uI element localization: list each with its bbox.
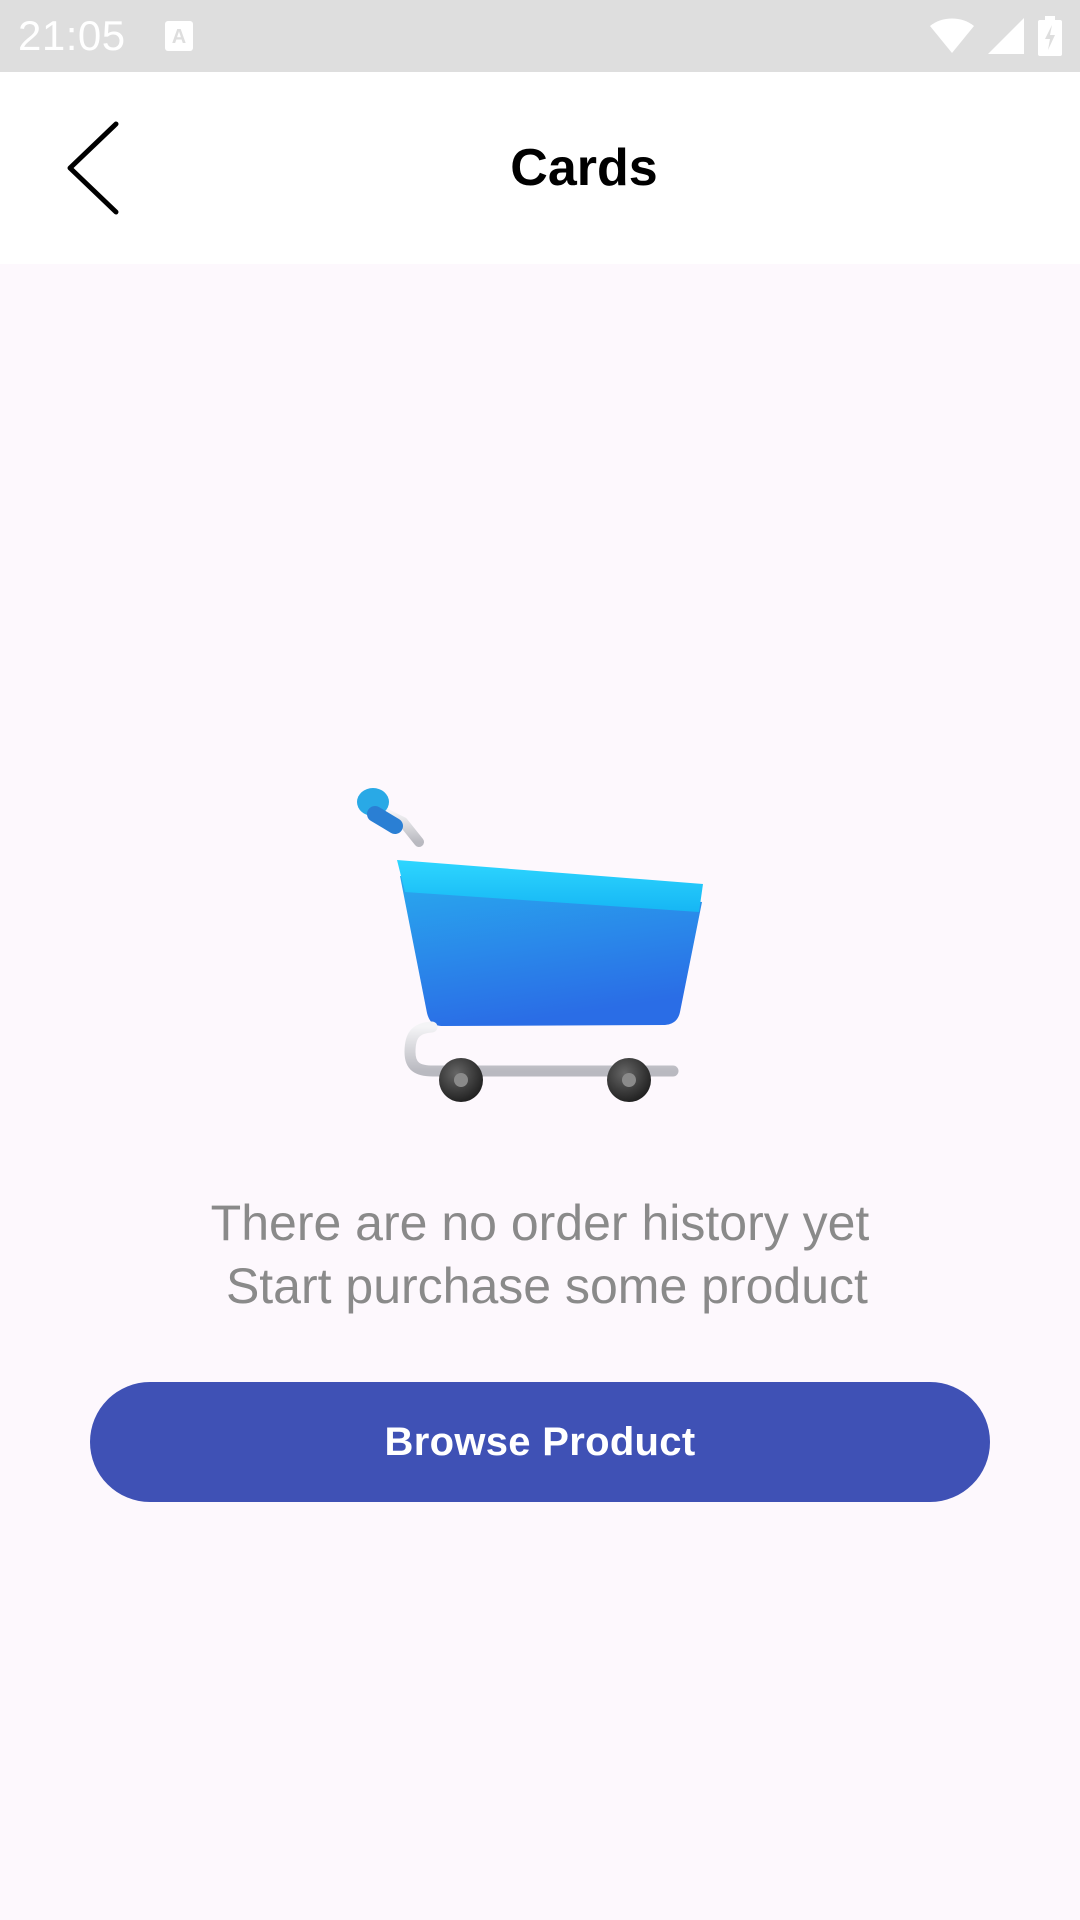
status-icons [930, 16, 1062, 56]
svg-text:A: A [172, 26, 186, 48]
empty-message: There are no order history yet Start pur… [0, 1192, 1080, 1318]
browse-product-label: Browse Product [384, 1419, 696, 1464]
status-time: 21:05 [18, 12, 126, 59]
empty-state: There are no order history yet Start pur… [0, 264, 1080, 1920]
empty-message-line-2: Start purchase some product [212, 1258, 868, 1314]
app-header: Cards [0, 72, 1080, 264]
keyboard-a-icon: A [165, 21, 193, 51]
empty-message-line-1: There are no order history yet [210, 1195, 870, 1251]
signal-icon [988, 18, 1024, 54]
page-title: Cards [510, 139, 658, 197]
battery-charging-icon [1038, 16, 1062, 56]
browse-product-button[interactable]: Browse Product [90, 1382, 990, 1502]
wifi-icon [930, 18, 974, 53]
status-bar: 21:05 A [0, 0, 1080, 72]
